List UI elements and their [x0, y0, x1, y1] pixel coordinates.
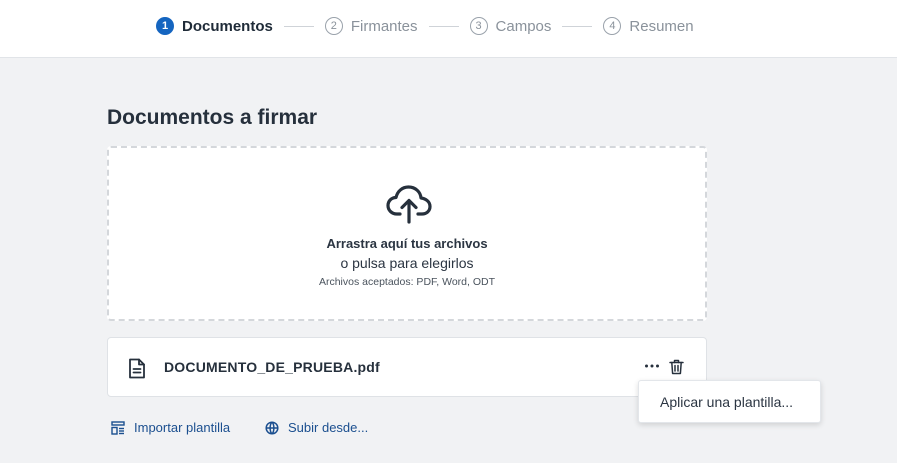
menu-item-apply-template[interactable]: Aplicar una plantilla... [660, 394, 793, 410]
step-separator [562, 25, 593, 27]
file-text-icon [129, 358, 145, 379]
globe-icon [265, 420, 279, 435]
document-options-menu: Aplicar una plantilla... [638, 380, 821, 423]
step-number: 1 [156, 17, 174, 35]
step-documentos[interactable]: 1 Documentos [156, 17, 273, 35]
step-label: Firmantes [350, 17, 418, 35]
step-number: 4 [603, 17, 622, 35]
file-dropzone[interactable]: Arrastra aquí tus archivos o pulsa para … [107, 146, 707, 321]
step-label: Campos [495, 17, 552, 35]
step-number: 3 [469, 17, 488, 35]
cloud-upload-icon [386, 185, 432, 224]
step-resumen[interactable]: 4 Resumen [603, 17, 694, 35]
step-number: 2 [324, 17, 343, 35]
document-name: DOCUMENTO_DE_PRUEBA.pdf [164, 359, 380, 375]
dropzone-secondary-text: o pulsa para elegirlos [340, 255, 474, 271]
document-row: DOCUMENTO_DE_PRUEBA.pdf [107, 337, 707, 397]
import-template-label: Importar plantilla [134, 420, 231, 435]
page-title: Documentos a firmar [107, 106, 318, 129]
step-campos[interactable]: 3 Campos [469, 17, 552, 35]
import-template-button[interactable]: Importar plantilla [111, 420, 230, 435]
upload-from-label: Subir desde... [288, 420, 369, 435]
step-separator [428, 25, 459, 27]
trash-icon[interactable] [669, 359, 684, 375]
step-firmantes[interactable]: 2 Firmantes [324, 17, 418, 35]
step-separator [283, 25, 314, 27]
step-label: Documentos [182, 17, 273, 35]
template-icon [111, 420, 125, 435]
stepper: 1 Documentos 2 Firmantes 3 Campos 4 Resu… [156, 17, 694, 35]
dropzone-accepted-formats: Archivos aceptados: PDF, Word, ODT [318, 276, 496, 288]
more-options-icon[interactable] [644, 358, 660, 374]
dropzone-primary-text: Arrastra aquí tus archivos [326, 236, 488, 251]
top-bar: 1 Documentos 2 Firmantes 3 Campos 4 Resu… [0, 0, 897, 58]
upload-from-button[interactable]: Subir desde... [265, 420, 368, 435]
step-label: Resumen [629, 17, 694, 35]
